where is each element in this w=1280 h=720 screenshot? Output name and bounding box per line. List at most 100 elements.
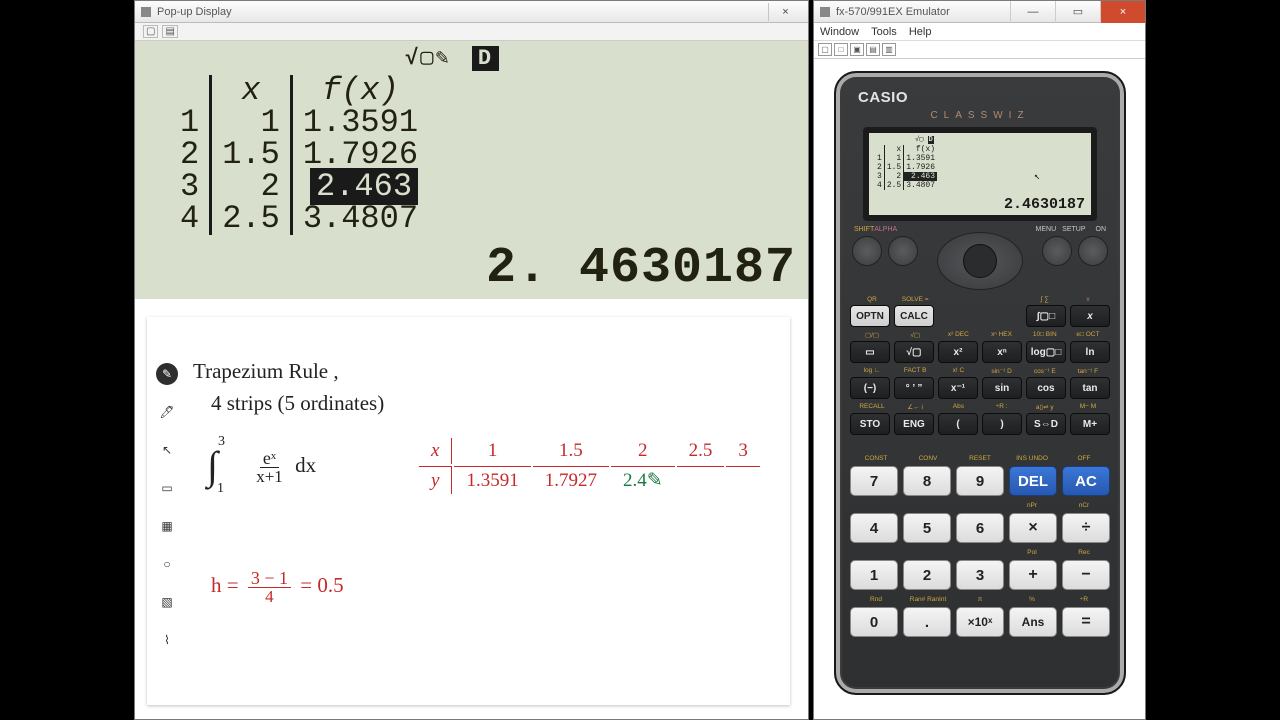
key-ans[interactable]: Ans — [1009, 607, 1057, 637]
on-button[interactable] — [1078, 236, 1108, 266]
neg-button[interactable]: (−) — [850, 377, 890, 399]
tb-icon[interactable]: ▥ — [882, 43, 896, 56]
small-lcd: √▢ D xf(x) 111.3591 21.51.7926 322.463 4… — [863, 127, 1097, 221]
h-expr: h = 3 − 1 4 = 0.5 — [211, 569, 344, 605]
log-button[interactable]: log▢□ — [1026, 341, 1066, 363]
sqrt-button[interactable]: √▢ — [894, 341, 934, 363]
emulator-titlebar[interactable]: fx-570/991EX Emulator — ▭ × — [814, 1, 1145, 23]
emulator-menubar[interactable]: Window Tools Help — [814, 23, 1145, 41]
key-0[interactable]: 0 — [850, 607, 898, 637]
lcd-indicator: √▢✎ D — [405, 45, 499, 71]
popup-toolbar[interactable]: ▢ ▤ — [135, 23, 808, 41]
calc-button[interactable]: CALC — [894, 305, 934, 327]
select-tool-icon[interactable]: ▧ — [156, 591, 178, 613]
menu-label: MENU — [1036, 226, 1057, 233]
menu-button[interactable] — [1042, 236, 1072, 266]
xinv-button[interactable]: x⁻¹ — [938, 377, 978, 399]
marker-tool-icon[interactable]: 🖊 — [156, 401, 178, 423]
rparen-button[interactable]: ) — [982, 413, 1022, 435]
key-tenx[interactable]: ×10ˣ — [956, 607, 1004, 637]
minimize-button[interactable]: — — [1010, 1, 1055, 23]
key-dot[interactable]: . — [903, 607, 951, 637]
close-button[interactable]: × — [1100, 1, 1145, 23]
whiteboard-panel: ✎ 🖊 ↖ ▭ ▦ ○ ▧ ⌇ Trapezium Rule , 4 strip… — [147, 317, 790, 705]
image-tool-icon[interactable]: ▦ — [156, 515, 178, 537]
setup-label: SETUP — [1062, 226, 1085, 233]
cos-button[interactable]: cos — [1026, 377, 1066, 399]
tb-icon[interactable]: ▤ — [866, 43, 880, 56]
key-minus[interactable]: − — [1062, 560, 1110, 590]
nav-pad[interactable] — [937, 232, 1023, 290]
lparen-button[interactable]: ( — [938, 413, 978, 435]
note-line1: Trapezium Rule , — [193, 357, 339, 386]
key-mul[interactable]: × — [1009, 513, 1057, 543]
shape-tool-icon[interactable]: ○ — [156, 553, 178, 575]
sto-button[interactable]: STO — [850, 413, 890, 435]
key-eq[interactable]: = — [1062, 607, 1110, 637]
key-2[interactable]: 2 — [903, 560, 951, 590]
dms-button[interactable]: ° ’ ” — [894, 377, 934, 399]
lcd-table: x f(x) 1 1 1.3591 2 1.5 1.7926 3 2 2.463… — [170, 75, 428, 235]
note-line2: 4 strips (5 ordinates) — [211, 389, 384, 418]
table-row: 2 1.5 1.7926 — [170, 139, 428, 171]
erase-tool-icon[interactable]: ⌇ — [156, 629, 178, 651]
integral-expr: ∫ 3 1 eˣ x+1 dx — [207, 449, 316, 485]
tb-icon[interactable]: ▢ — [818, 43, 832, 56]
alpha-button[interactable] — [888, 236, 918, 266]
key-7[interactable]: 7 — [850, 466, 898, 496]
on-label: ON — [1096, 226, 1107, 233]
key-ac[interactable]: AC — [1062, 466, 1110, 496]
close-button[interactable]: × — [768, 3, 802, 21]
table-row: 4 2.5 3.4807 — [170, 203, 428, 235]
pointer-tool-icon[interactable]: ↖ — [156, 439, 178, 461]
small-lcd-value: 2.4630187 — [1004, 196, 1085, 213]
key-8[interactable]: 8 — [903, 466, 951, 496]
key-3[interactable]: 3 — [956, 560, 1004, 590]
popup-display-window: Pop-up Display × ▢ ▤ √▢✎ D x f(x) 1 1 1.… — [134, 0, 809, 720]
mode-badge: D — [472, 46, 499, 71]
key-1[interactable]: 1 — [850, 560, 898, 590]
mplus-button[interactable]: M+ — [1070, 413, 1110, 435]
sin-button[interactable]: sin — [982, 377, 1022, 399]
emulator-window: fx-570/991EX Emulator — ▭ × Window Tools… — [813, 0, 1146, 720]
eng-button[interactable]: ENG — [894, 413, 934, 435]
note-tool-icon[interactable]: ▭ — [156, 477, 178, 499]
key-5[interactable]: 5 — [903, 513, 951, 543]
tb-icon[interactable]: □ — [834, 43, 848, 56]
menu-item[interactable]: Help — [909, 26, 932, 38]
integral-button[interactable]: ∫▢□ — [1026, 305, 1066, 327]
menu-item[interactable]: Tools — [871, 26, 897, 38]
menu-item[interactable]: Window — [820, 26, 859, 38]
ln-button[interactable]: ln — [1070, 341, 1110, 363]
maximize-button[interactable]: ▭ — [1055, 1, 1100, 23]
pen-tool-icon[interactable]: ✎ — [156, 363, 178, 385]
sd-button[interactable]: S⇔D — [1026, 413, 1066, 435]
x-button[interactable]: x — [1070, 305, 1110, 327]
optn-button[interactable]: OPTN — [850, 305, 890, 327]
tb-icon[interactable]: ▣ — [850, 43, 864, 56]
key-plus[interactable]: + — [1009, 560, 1057, 590]
tan-button[interactable]: tan — [1070, 377, 1110, 399]
key-div[interactable]: ÷ — [1062, 513, 1110, 543]
whiteboard-content[interactable]: Trapezium Rule , 4 strips (5 ordinates) … — [187, 331, 780, 695]
shift-button[interactable] — [852, 236, 882, 266]
key-4[interactable]: 4 — [850, 513, 898, 543]
x2-button[interactable]: x² — [938, 341, 978, 363]
key-del[interactable]: DEL — [1009, 466, 1057, 496]
emulator-title: fx-570/991EX Emulator — [836, 6, 950, 18]
xn-button[interactable]: xⁿ — [982, 341, 1022, 363]
shift-label: SHIFT — [854, 226, 874, 233]
toolbar-icon[interactable]: ▤ — [162, 25, 177, 38]
toolbar-icon[interactable]: ▢ — [143, 25, 158, 38]
cursor-icon: ↖ — [1034, 171, 1040, 183]
key-6[interactable]: 6 — [956, 513, 1004, 543]
frac-button[interactable]: ▭ — [850, 341, 890, 363]
popup-title: Pop-up Display — [157, 6, 232, 18]
emulator-toolbar[interactable]: ▢ □ ▣ ▤ ▥ — [814, 41, 1145, 59]
numpad: CONSTCONVRESETINS UNDOOFF 7 8 9 DEL AC n… — [836, 447, 1124, 651]
large-lcd: √▢✎ D x f(x) 1 1 1.3591 2 1.5 1.7926 3 2 — [135, 41, 808, 299]
series-label: CLASSWIZ — [836, 110, 1124, 121]
key-9[interactable]: 9 — [956, 466, 1004, 496]
popup-titlebar[interactable]: Pop-up Display × — [135, 1, 808, 23]
whiteboard-tools: ✎ 🖊 ↖ ▭ ▦ ○ ▧ ⌇ — [153, 363, 181, 651]
